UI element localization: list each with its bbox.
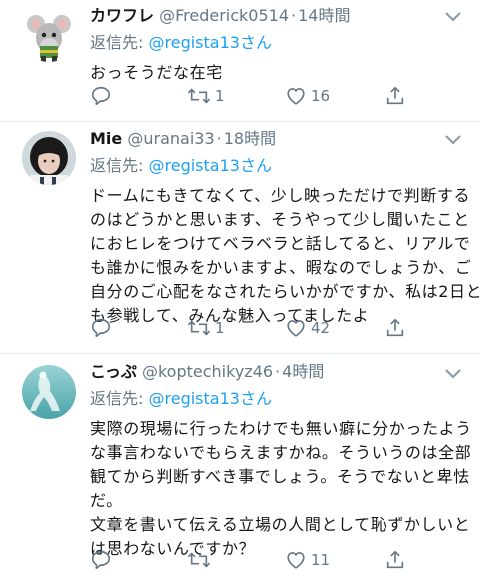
tweet-text-line: 実際の現場に行ったわけでも無い癖に分かったよう — [90, 419, 472, 438]
action-bar: 1 42 — [90, 316, 464, 340]
retweet-icon — [187, 320, 211, 336]
tweet-text: 実際の現場に行ったわけでも無い癖に分かったよう な事言わないでもらえますかね。そ… — [90, 417, 472, 561]
reply-button[interactable] — [90, 316, 112, 340]
share-button[interactable] — [384, 84, 406, 108]
avatar[interactable] — [22, 8, 76, 62]
like-button[interactable]: 11 — [285, 548, 330, 572]
like-count: 16 — [311, 87, 331, 105]
reply-context: 返信先: @regista13さん — [90, 33, 464, 53]
retweet-icon — [187, 552, 211, 568]
tweet[interactable]: こっぷ @koptechikyz46 · 4時間 返信先: @regista13さん… — [0, 354, 480, 585]
like-button[interactable]: 42 — [285, 316, 330, 340]
reply-handle-link[interactable]: @regista13さん — [149, 389, 272, 408]
reply-button[interactable] — [90, 84, 112, 108]
like-count: 42 — [311, 319, 331, 337]
tweet-content: こっぷ @koptechikyz46 · 4時間 返信先: @regista13さん… — [90, 362, 472, 561]
tweet-text-line: 観てから判断すべき事でしょう。そうでないと卑怯 — [90, 467, 470, 486]
retweet-count: 1 — [215, 319, 225, 337]
reply-handle-link[interactable]: @regista13さん — [149, 33, 272, 52]
tweet-text-line: な事言わないでもらえますかね。そういうのは全部 — [90, 443, 472, 462]
tweet-text-line: におヒレをつけてベラベラと話してると、リアルで — [90, 234, 471, 253]
user-handle[interactable]: @koptechikyz46 — [142, 362, 273, 381]
tweet-text-line: のはどうかと思います、そうやって少し聞いたこと — [90, 210, 470, 229]
reply-context: 返信先: @regista13さん — [90, 389, 464, 409]
retweet-button[interactable] — [187, 548, 215, 572]
share-icon — [386, 86, 404, 105]
retweet-count: 1 — [215, 87, 225, 105]
heart-icon — [287, 88, 305, 105]
user-handle[interactable]: @Frederick0514 — [159, 6, 289, 25]
tweet-text-line: 自分のご心配をなされたらいかがですか、私は2日と — [90, 282, 480, 301]
share-icon — [386, 550, 404, 569]
tweet-text-line: ドームにもきてなくて、少し映っただけで判断する — [90, 186, 471, 205]
action-bar: 1 16 — [90, 84, 464, 108]
reply-handle-link[interactable]: @regista13さん — [149, 156, 272, 175]
user-handle[interactable]: @uranai33 — [127, 129, 214, 148]
like-count: 11 — [311, 551, 331, 569]
tweet-text-line: 文章を書いて伝える立場の人間として恥ずかしいと — [90, 515, 471, 534]
display-name[interactable]: カワフレ — [90, 6, 154, 25]
rat-figure-avatar-icon — [22, 8, 76, 62]
share-button[interactable] — [384, 548, 406, 572]
teal-figure-avatar-icon — [22, 365, 76, 419]
reply-icon — [91, 318, 111, 338]
like-button[interactable]: 16 — [285, 84, 330, 108]
reply-prefix: 返信先: — [90, 33, 144, 52]
tweet-text-line: おっそうだな在宅 — [90, 63, 223, 82]
timestamp[interactable]: 18時間 — [224, 129, 276, 148]
timestamp[interactable]: 14時間 — [298, 6, 350, 25]
share-icon — [386, 318, 404, 337]
tweet-text-line: も誰かに恨みをかいますよ、暇なのでしょうか、ご — [90, 258, 472, 277]
avatar[interactable] — [22, 365, 76, 419]
tweet-header: こっぷ @koptechikyz46 · 4時間 — [90, 362, 464, 382]
retweet-button[interactable]: 1 — [187, 316, 225, 340]
retweet-icon — [187, 88, 211, 104]
tweet[interactable]: カワフレ @Frederick0514 · 14時間 返信先: @regista13… — [0, 0, 480, 122]
tweet-content: カワフレ @Frederick0514 · 14時間 返信先: @regista13… — [90, 6, 464, 85]
action-bar: 11 — [90, 548, 464, 572]
reply-button[interactable] — [90, 548, 112, 572]
separator-dot: · — [216, 129, 222, 148]
separator-dot: · — [291, 6, 297, 25]
reply-icon — [91, 550, 111, 570]
display-name[interactable]: Mie — [90, 129, 122, 148]
person-photo-avatar-icon — [22, 131, 76, 185]
tweet-content: Mie @uranai33 · 18時間 返信先: @regista13さん ドーム… — [90, 129, 480, 328]
heart-icon — [287, 320, 305, 337]
avatar[interactable] — [22, 131, 76, 185]
separator-dot: · — [275, 362, 281, 381]
reply-prefix: 返信先: — [90, 156, 144, 175]
timestamp[interactable]: 4時間 — [282, 362, 324, 381]
heart-icon — [287, 552, 305, 569]
reply-icon — [91, 86, 111, 106]
tweet-header: Mie @uranai33 · 18時間 — [90, 129, 464, 149]
retweet-button[interactable]: 1 — [187, 84, 225, 108]
reply-prefix: 返信先: — [90, 389, 144, 408]
tweet[interactable]: Mie @uranai33 · 18時間 返信先: @regista13さん ドーム… — [0, 122, 480, 354]
tweet-text: ドームにもきてなくて、少し映っただけで判断する のはどうかと思います、そうやって… — [90, 184, 480, 328]
share-button[interactable] — [384, 316, 406, 340]
display-name[interactable]: こっぷ — [90, 362, 137, 381]
reply-context: 返信先: @regista13さん — [90, 156, 464, 176]
tweet-text: おっそうだな在宅 — [90, 61, 464, 85]
tweet-header: カワフレ @Frederick0514 · 14時間 — [90, 6, 464, 26]
tweet-text-line: だ。 — [90, 491, 123, 510]
